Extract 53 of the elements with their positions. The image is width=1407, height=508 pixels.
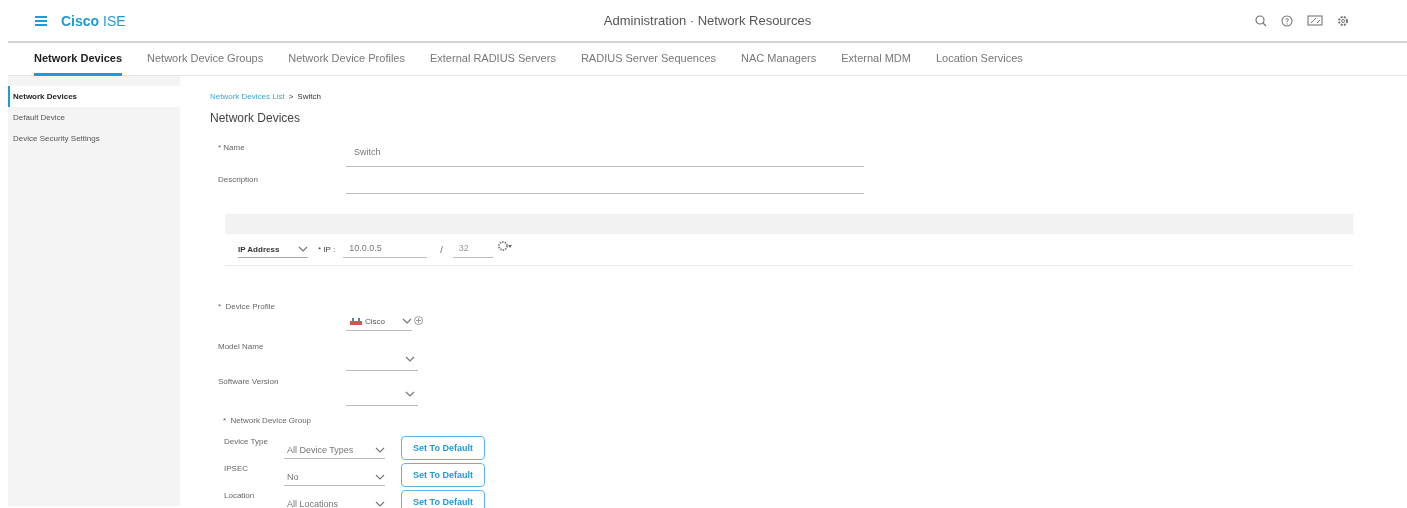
gear-icon[interactable] [496, 239, 513, 252]
group-select[interactable]: No [284, 469, 385, 486]
breadcrumb-separator: > [288, 91, 294, 101]
sidebar-item[interactable]: Device Security Settings [8, 128, 180, 149]
field-label: Location [223, 491, 256, 500]
breadcrumb-current: Switch [297, 91, 321, 101]
set-default-button[interactable]: Set To Default [401, 435, 485, 460]
field-label: Description [217, 175, 259, 184]
nav-tab[interactable]: External RADIUS Servers [429, 43, 556, 76]
group-select[interactable]: All Device Types [284, 442, 385, 459]
sidebar-item[interactable]: Network Devices [8, 86, 180, 107]
nav-tab[interactable]: Network Device Groups [147, 43, 264, 76]
page-heading: Administration · Network Resources [602, 13, 813, 28]
product-logo: Cisco ISE [61, 12, 126, 29]
field-label: IPSEC [223, 464, 249, 473]
subnet-mask-field[interactable]: 32 [452, 241, 493, 258]
chevron-down-icon[interactable] [375, 501, 385, 507]
search-icon[interactable] [1255, 14, 1267, 27]
ip-address-field[interactable]: 10.0.0.5 [343, 241, 428, 258]
nav-tab[interactable]: Location Services [935, 43, 1023, 76]
field-label: * Device Profile [217, 302, 276, 311]
nav-tab[interactable]: External MDM [841, 43, 911, 76]
nav-tab[interactable]: Network Device Profiles [288, 43, 405, 76]
help-icon[interactable] [1281, 14, 1293, 27]
monitor-icon[interactable] [1307, 14, 1323, 27]
chevron-down-icon[interactable] [375, 447, 385, 453]
chevron-down-icon[interactable] [402, 318, 412, 324]
form-title: Network Devices [210, 111, 302, 127]
breadcrumb-link[interactable]: Network Devices List [210, 91, 285, 101]
chevron-down-icon[interactable] [405, 356, 415, 362]
menu-icon[interactable] [35, 15, 47, 26]
chevron-down-icon[interactable] [375, 474, 385, 480]
device-icon[interactable] [350, 317, 362, 325]
sidebar-item[interactable]: Default Device [8, 107, 180, 128]
field-label: Model Name [217, 342, 265, 351]
group-select[interactable]: All Locations [284, 496, 385, 508]
nav-tab[interactable]: NAC Managers [741, 43, 817, 76]
slash-separator: / [440, 244, 443, 255]
section-label: * Network Device Group [222, 415, 313, 427]
chevron-down-icon[interactable] [405, 391, 415, 397]
name-field[interactable]: Switch [346, 147, 864, 167]
ip-type-select[interactable]: IP Address [238, 241, 308, 258]
field-label: * IP : [318, 245, 336, 254]
settings-icon[interactable] [1337, 14, 1349, 27]
set-default-button[interactable]: Set To Default [401, 489, 485, 508]
add-icon[interactable] [414, 316, 423, 325]
nav-tab[interactable]: RADIUS Server Sequences [580, 43, 717, 76]
set-default-button[interactable]: Set To Default [401, 462, 485, 487]
chevron-down-icon[interactable] [298, 246, 308, 252]
field-label: Device Type [223, 437, 269, 446]
field-label: * Name [217, 143, 246, 152]
device-profile-select[interactable]: Cisco [346, 312, 412, 331]
field-label: Software Version [217, 377, 280, 386]
